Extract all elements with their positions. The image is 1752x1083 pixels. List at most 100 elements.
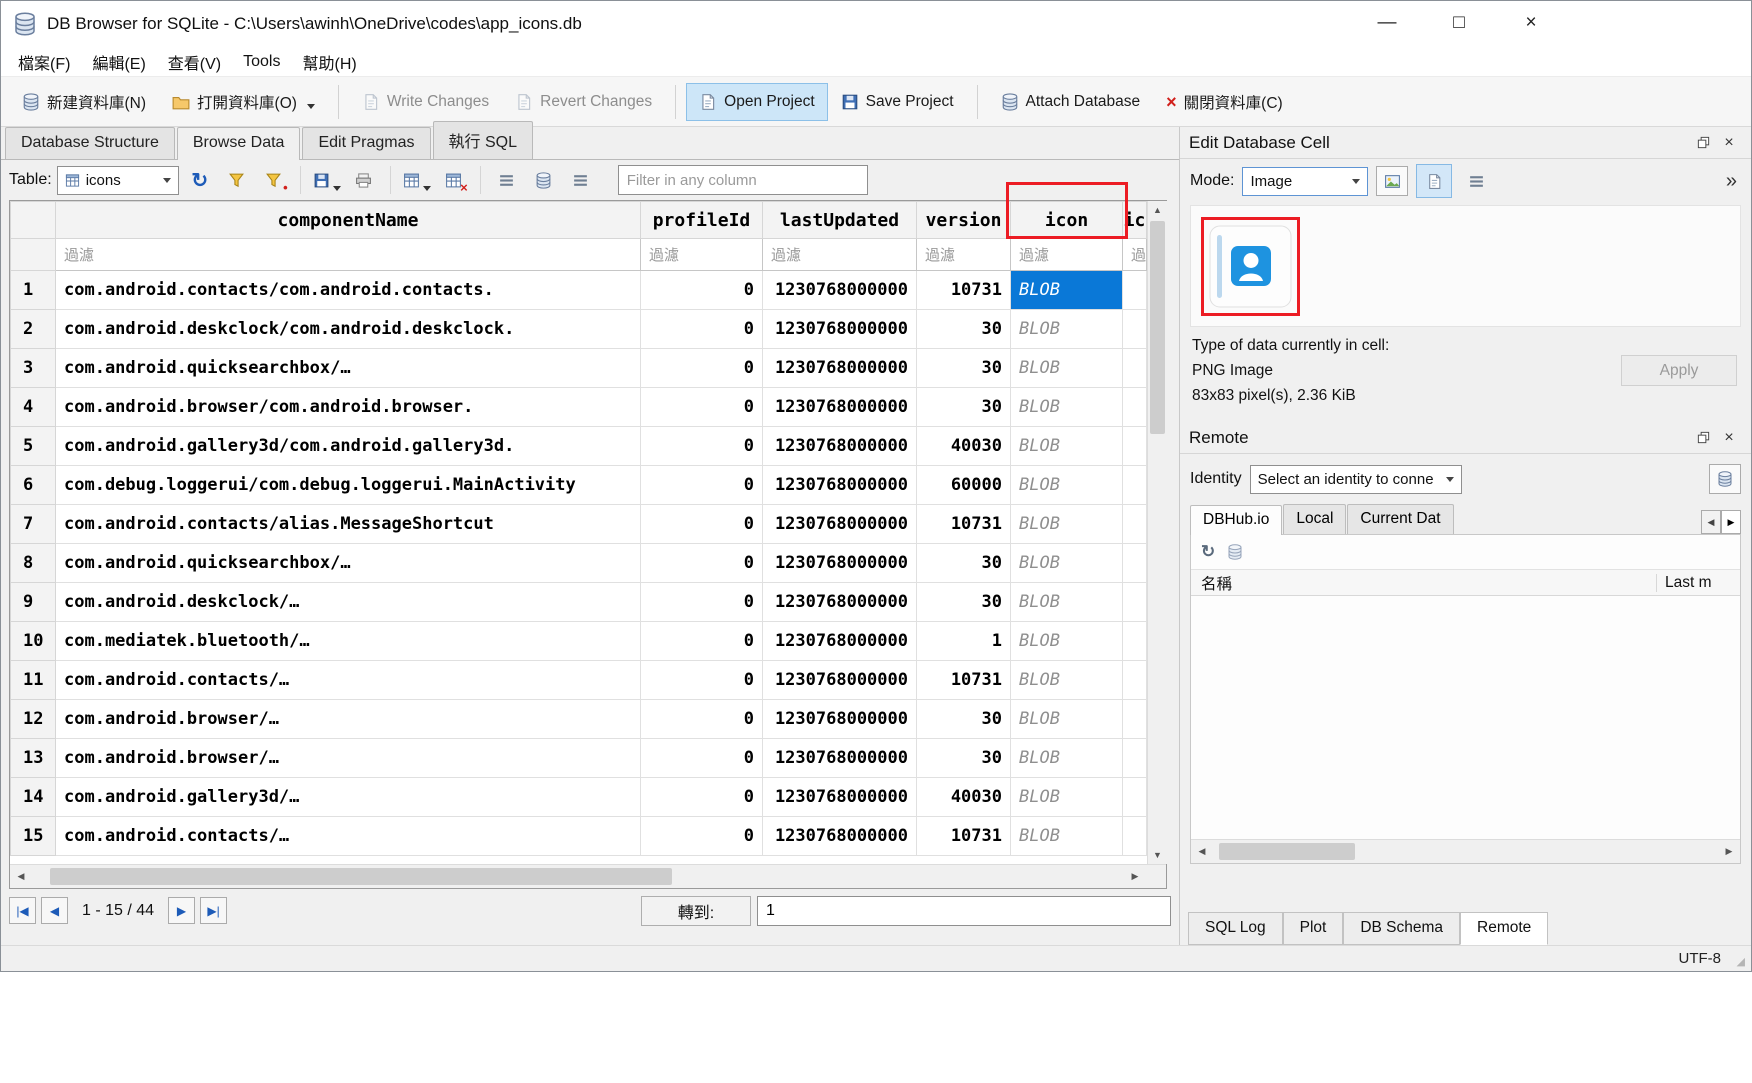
refresh-button[interactable]: ↻ (184, 165, 216, 195)
cell-partial[interactable] (1123, 544, 1147, 583)
cell-icon[interactable]: BLOB (1011, 427, 1123, 466)
horizontal-scrollbar[interactable]: ◀ ▶ (10, 864, 1166, 888)
cell-lastUpdated[interactable]: 1230768000000 (763, 388, 917, 427)
tab-remote[interactable]: Remote (1460, 912, 1548, 945)
column-header-lastUpdated[interactable]: lastUpdated (763, 202, 917, 239)
revert-changes-button[interactable]: Revert Changes (502, 83, 665, 121)
filter-version[interactable]: 過濾 (917, 239, 1011, 271)
cell-icon-selected[interactable]: BLOB (1011, 271, 1123, 310)
cell-lastUpdated[interactable]: 1230768000000 (763, 661, 917, 700)
menu-edit[interactable]: 編輯(E) (81, 47, 156, 77)
cell-lastUpdated[interactable]: 1230768000000 (763, 427, 917, 466)
menu-file[interactable]: 檔案(F) (7, 47, 81, 77)
cell-version[interactable]: 30 (917, 700, 1011, 739)
cell-profileId[interactable]: 0 (641, 817, 763, 856)
cell-profileId[interactable]: 0 (641, 388, 763, 427)
remote-file-list[interactable] (1191, 596, 1740, 839)
tab-execute-sql[interactable]: 執行 SQL (433, 121, 533, 159)
filter-lastUpdated[interactable]: 過濾 (763, 239, 917, 271)
cell-icon[interactable]: BLOB (1011, 349, 1123, 388)
cell-lastUpdated[interactable]: 1230768000000 (763, 700, 917, 739)
tab-browse-data[interactable]: Browse Data (177, 127, 301, 160)
remote-modified-column-header[interactable]: Last m (1656, 574, 1740, 592)
cell-componentName[interactable]: com.android.contacts/alias.MessageShortc… (56, 505, 641, 544)
cell-lastUpdated[interactable]: 1230768000000 (763, 466, 917, 505)
import-data-button[interactable] (1376, 166, 1408, 196)
print-button[interactable] (348, 165, 380, 195)
row-number[interactable]: 11 (11, 661, 56, 700)
scroll-right-icon[interactable]: ▶ (1718, 840, 1740, 863)
cell-componentName[interactable]: com.mediatek.bluetooth/… (56, 622, 641, 661)
apply-button[interactable]: Apply (1621, 355, 1737, 386)
scroll-left-icon[interactable]: ◀ (10, 865, 32, 888)
scroll-right-icon[interactable]: ▶ (1124, 865, 1146, 888)
cell-version[interactable]: 30 (917, 739, 1011, 778)
remote-refresh-button[interactable]: ↻ (1201, 542, 1215, 562)
table-select[interactable]: icons (57, 166, 179, 195)
cell-version[interactable]: 30 (917, 310, 1011, 349)
cell-partial[interactable] (1123, 349, 1147, 388)
cell-partial[interactable] (1123, 427, 1147, 466)
configure-identity-button[interactable] (1709, 464, 1741, 494)
horizontal-scroll-track[interactable] (32, 865, 1124, 888)
cell-icon[interactable]: BLOB (1011, 466, 1123, 505)
toolbar-overflow-button[interactable]: » (1726, 170, 1741, 193)
cell-version[interactable]: 30 (917, 388, 1011, 427)
column-header-partial[interactable]: ic (1123, 202, 1147, 239)
float-panel-button[interactable] (1690, 426, 1716, 450)
identity-select[interactable]: Select an identity to conne (1250, 465, 1462, 494)
open-project-button[interactable]: Open Project (686, 83, 827, 121)
cell-icon[interactable]: BLOB (1011, 388, 1123, 427)
corner-header[interactable] (11, 202, 56, 239)
row-number[interactable]: 15 (11, 817, 56, 856)
cell-icon[interactable]: BLOB (1011, 700, 1123, 739)
tab-local[interactable]: Local (1283, 504, 1346, 534)
row-number[interactable]: 9 (11, 583, 56, 622)
scroll-down-icon[interactable]: ▼ (1148, 846, 1167, 864)
cell-partial[interactable] (1123, 739, 1147, 778)
cell-partial[interactable] (1123, 271, 1147, 310)
open-database-button[interactable]: 打開資料庫(O) (159, 81, 328, 123)
text-view-toggle[interactable] (1416, 164, 1452, 198)
cell-partial[interactable] (1123, 583, 1147, 622)
goto-record-input[interactable] (757, 896, 1171, 926)
sort-records-button[interactable] (491, 165, 523, 195)
cell-version[interactable]: 10731 (917, 817, 1011, 856)
remote-name-column-header[interactable]: 名稱 (1191, 572, 1656, 594)
cell-icon[interactable]: BLOB (1011, 505, 1123, 544)
cell-icon[interactable]: BLOB (1011, 544, 1123, 583)
cell-partial[interactable] (1123, 700, 1147, 739)
save-table-dropdown-icon[interactable] (333, 186, 341, 191)
cell-profileId[interactable]: 0 (641, 622, 763, 661)
menu-view[interactable]: 查看(V) (157, 47, 232, 77)
horizontal-scroll-thumb[interactable] (50, 868, 672, 885)
cell-icon[interactable]: BLOB (1011, 817, 1123, 856)
row-number[interactable]: 2 (11, 310, 56, 349)
row-number[interactable]: 4 (11, 388, 56, 427)
cell-profileId[interactable]: 0 (641, 739, 763, 778)
cell-profileId[interactable]: 0 (641, 427, 763, 466)
tab-scroll-right-button[interactable]: ▶ (1721, 510, 1741, 534)
word-wrap-button[interactable] (1460, 166, 1492, 196)
cell-icon[interactable]: BLOB (1011, 739, 1123, 778)
tab-edit-pragmas[interactable]: Edit Pragmas (302, 127, 430, 159)
cell-lastUpdated[interactable]: 1230768000000 (763, 544, 917, 583)
cell-icon[interactable]: BLOB (1011, 310, 1123, 349)
cell-partial[interactable] (1123, 310, 1147, 349)
delete-record-button[interactable]: × (438, 165, 470, 195)
cell-componentName[interactable]: com.android.quicksearchbox/… (56, 349, 641, 388)
cell-partial[interactable] (1123, 661, 1147, 700)
previous-record-button[interactable]: ◀ (41, 897, 68, 924)
cell-version[interactable]: 30 (917, 583, 1011, 622)
cell-partial[interactable] (1123, 622, 1147, 661)
row-number[interactable]: 12 (11, 700, 56, 739)
cell-componentName[interactable]: com.android.gallery3d/com.android.galler… (56, 427, 641, 466)
resize-grip[interactable]: ◢ (1737, 955, 1745, 968)
menu-tools[interactable]: Tools (232, 50, 291, 74)
scroll-left-icon[interactable]: ◀ (1191, 840, 1213, 863)
save-filter-button[interactable]: • (258, 165, 290, 195)
cell-profileId[interactable]: 0 (641, 544, 763, 583)
tab-scroll-left-button[interactable]: ◀ (1701, 510, 1721, 534)
float-panel-button[interactable] (1690, 131, 1716, 155)
save-table-button[interactable] (311, 165, 343, 195)
